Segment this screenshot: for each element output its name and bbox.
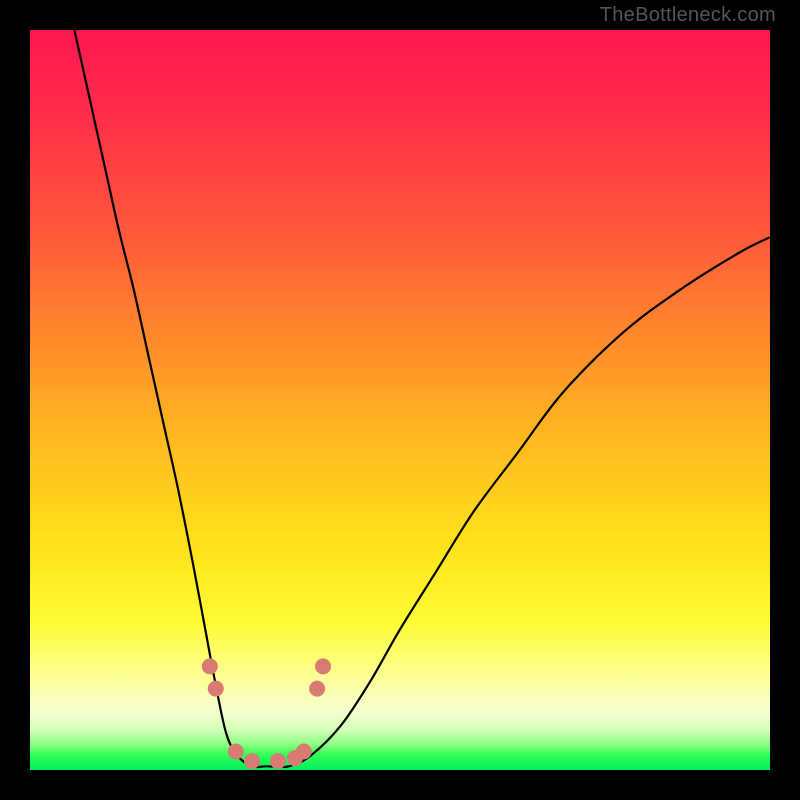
data-marker [315, 658, 331, 674]
plot-area [30, 30, 770, 770]
data-marker [296, 744, 312, 760]
data-marker [309, 681, 325, 697]
data-marker [208, 681, 224, 697]
data-marker [202, 658, 218, 674]
data-marker [270, 753, 286, 769]
data-marker [228, 744, 244, 760]
data-marker [244, 753, 260, 769]
chart-frame: TheBottleneck.com [0, 0, 800, 800]
bottleneck-curve [74, 30, 770, 767]
watermark-text: TheBottleneck.com [600, 4, 776, 27]
chart-svg [30, 30, 770, 770]
